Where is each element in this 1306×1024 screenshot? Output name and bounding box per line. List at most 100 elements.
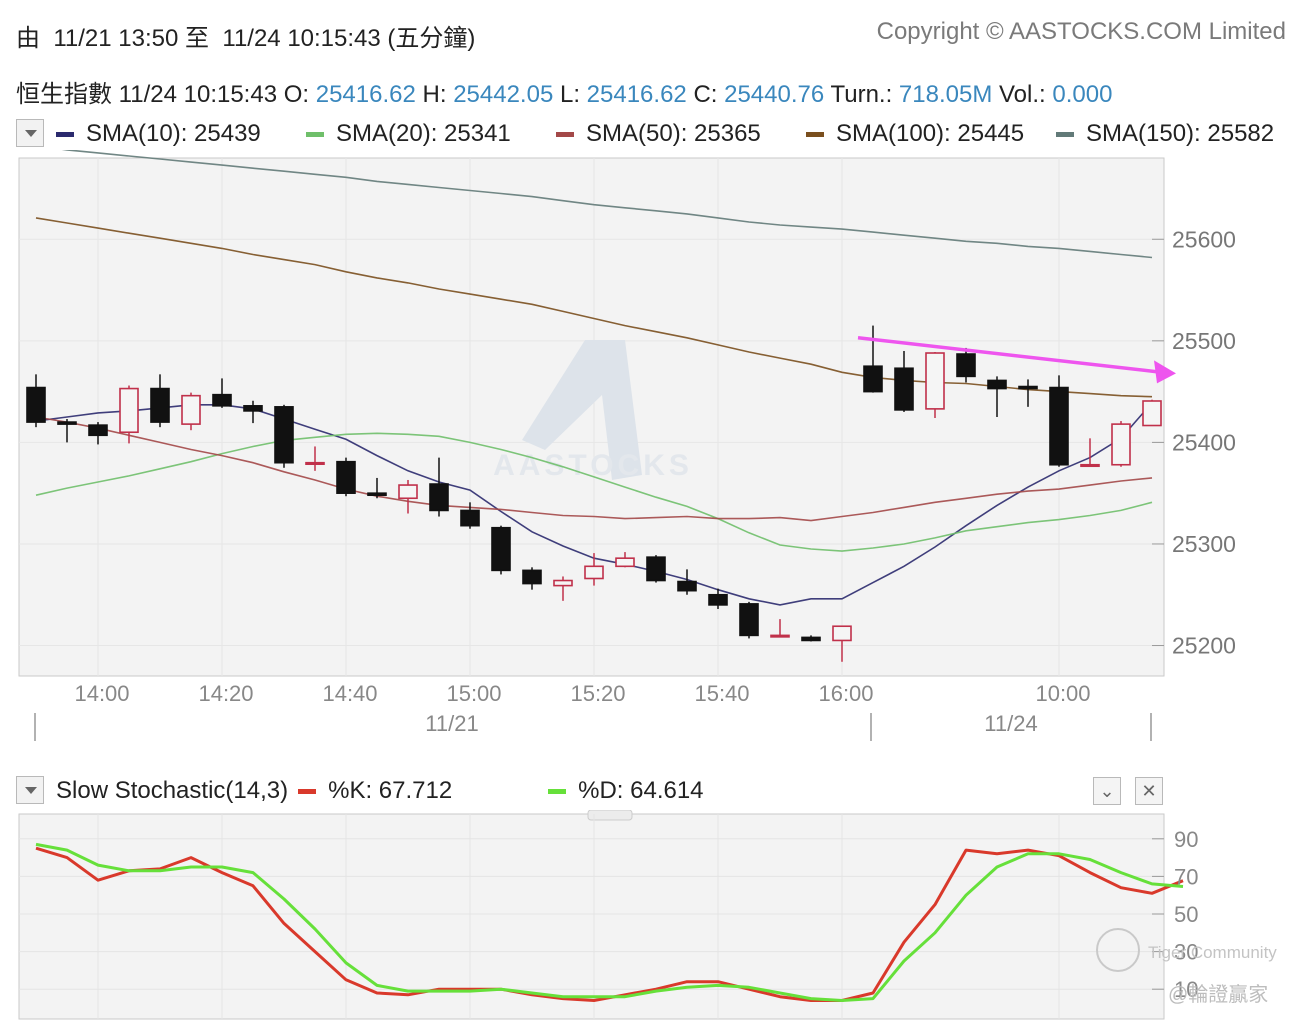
collapse-panel-button[interactable]: ⌄ [1093,777,1121,805]
candle-body [274,406,294,464]
x-tick-label: 15:20 [570,681,625,706]
panel-resize-handle[interactable] [587,810,633,821]
legend-swatch [306,131,324,137]
turnover-value: 718.05M [898,81,993,108]
high-label: H: [422,81,447,108]
y-tick-label: 25200 [1172,633,1236,659]
candle-body [460,509,480,527]
stoch-legend: Slow Stochastic(14,3) %K: 67.712 %D: 64.… [56,777,704,805]
candle-body [212,393,232,407]
legend-sma100: SMA(100): 25445 [806,120,1056,148]
candle-body [584,565,604,580]
candle-body [615,557,635,568]
legend-label: SMA(20): 25341 [336,120,511,147]
range-interval: (五分鐘) [387,25,476,52]
legend-label: SMA(100): 25445 [836,120,1025,147]
candle-body [491,526,511,572]
copyright: Copyright © AASTOCKS.COM Limited [876,18,1286,45]
legend-sma10: SMA(10): 25439 [56,120,306,148]
legend-sma20: SMA(20): 25341 [306,120,556,148]
turnover-label: Turn.: [830,81,893,108]
legend-swatch [56,131,74,137]
candle-body [956,353,976,378]
close-icon: ✕ [1141,781,1157,801]
quote-line: 恒生指數 11/24 10:15:43 O: 25416.62 H: 25442… [16,74,1112,109]
range-prefix: 由 [16,25,40,52]
y-tick-label: 90 [1174,827,1198,852]
plot-area [18,813,1165,1020]
candle-body [181,394,201,425]
legend-swatch [556,131,574,137]
candle-body [646,556,666,582]
legend-d: %D: 64.614 [548,777,704,805]
stochastic-chart[interactable]: 9070503010 Tiger Community @輪證贏家 [0,810,1306,1024]
candle-body [26,386,46,423]
legend-label: SMA(50): 25365 [586,120,761,147]
candle-body [770,634,790,638]
open-label: O: [283,81,310,108]
candle-body [1142,400,1162,427]
range-from: 11/21 13:50 [53,25,179,52]
legend-swatch [298,788,317,794]
candle-body [553,579,573,587]
quote-time: 11/24 10:15:43 [118,81,278,108]
candle-body [243,405,263,412]
close-value: 25440.76 [724,81,825,108]
candle [1142,399,1162,427]
sma-dropdown-button[interactable] [16,119,44,147]
open-value: 25416.62 [315,81,416,108]
close-panel-button[interactable]: ✕ [1135,777,1163,805]
candle-body [119,387,139,434]
candle-body [987,379,1007,390]
candle-body [739,603,759,637]
candle [181,392,201,431]
legend-swatch [806,131,824,137]
close-label: C: [693,81,718,108]
candle [491,525,511,575]
high-value: 25442.05 [453,81,554,108]
legend-label: SMA(150): 25582 [1086,120,1275,147]
stoch-dropdown-button[interactable] [16,776,44,804]
legend-sma150: SMA(150): 25582 [1056,120,1274,148]
low-label: L: [559,81,580,108]
candle [274,404,294,468]
legend-label: SMA(10): 25439 [86,120,261,147]
x-tick-label: 14:40 [322,681,377,706]
candle-body [522,569,542,585]
volume-label: Vol.: [999,81,1046,108]
candle [336,457,356,497]
watermark-user: @輪證贏家 [1168,983,1268,1006]
y-tick-label: 25500 [1172,328,1236,354]
legend-swatch [1056,131,1074,137]
y-tick-label: 25300 [1172,531,1236,557]
x-tick-label: 14:20 [198,681,253,706]
candle-body [1049,386,1069,466]
candle-body [1080,463,1100,468]
candle-body [801,636,821,642]
candle-body [863,365,883,393]
range-to: 11/24 10:15:43 [222,25,381,52]
candle [646,555,666,583]
y-tick-label: 70 [1174,864,1198,889]
candle-body [336,460,356,494]
candle-body [708,593,728,606]
x-tick-label: 16:00 [818,681,873,706]
date-label: 11/21 [425,711,478,736]
candle [925,351,945,419]
candle [1049,375,1069,467]
candle-body [57,421,77,425]
range-line: 由 11/21 13:50 至 11/24 10:15:43 (五分鐘) [16,18,475,53]
candle-body [88,424,108,437]
candle-body [398,484,418,500]
candle [739,601,759,639]
legend-swatch [548,788,567,794]
candle-body [429,483,449,512]
candle-body [305,461,325,466]
candle-body [894,367,914,411]
x-tick-label: 15:40 [694,681,749,706]
candle-body [150,387,170,423]
y-tick-label: 50 [1174,902,1198,927]
stoch-title: Slow Stochastic(14,3) [56,777,289,804]
candlestick-chart[interactable]: AASTOCKS 2560025500254002530025200 14:00… [0,150,1306,750]
sma-legend: SMA(10): 25439 SMA(20): 25341 SMA(50): 2… [56,120,1274,148]
